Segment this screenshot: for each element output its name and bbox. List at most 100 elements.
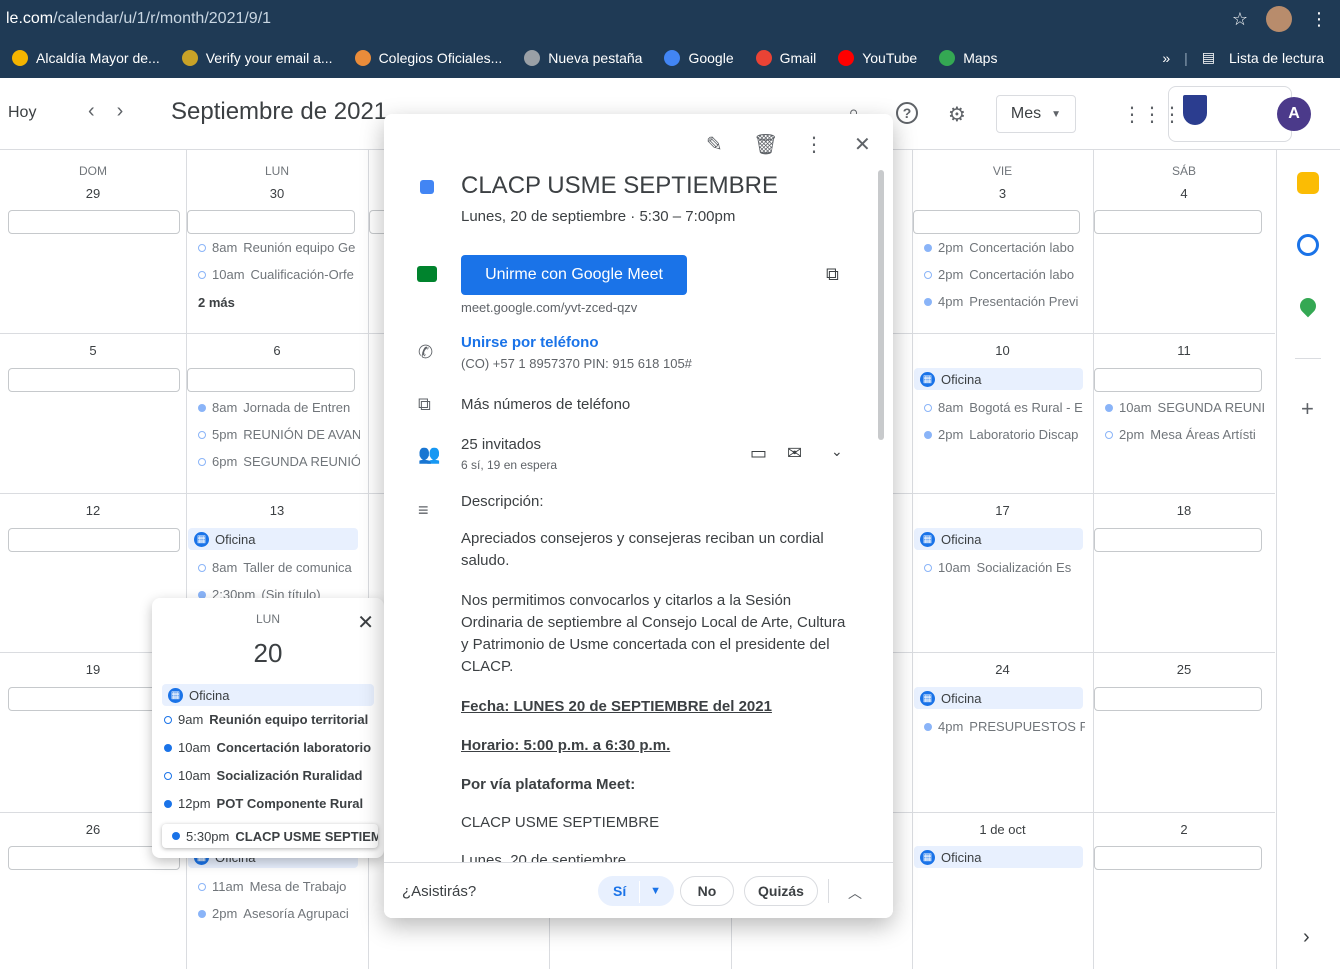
event-item[interactable]: 8am Bogotá es Rural - E: [924, 400, 1085, 415]
gear-icon[interactable]: ⚙: [948, 102, 966, 127]
prev-month-icon[interactable]: ‹: [88, 100, 95, 123]
office-chip[interactable]: ▦Oficina: [914, 687, 1083, 709]
close-icon[interactable]: ✕: [357, 610, 374, 635]
avatar[interactable]: A: [1277, 97, 1311, 131]
bookmark-item[interactable]: Maps: [927, 50, 1007, 66]
email-icon[interactable]: ✉: [787, 443, 802, 464]
browser-address-bar[interactable]: le.com/calendar/u/1/r/month/2021/9/1 ☆ ⋮: [0, 0, 1340, 38]
day-number[interactable]: 24: [912, 662, 1093, 677]
popover-scrollbar[interactable]: [878, 170, 884, 440]
day-number[interactable]: 1 de oct: [912, 822, 1093, 837]
office-chip[interactable]: ▦Oficina: [188, 528, 358, 550]
view-selector[interactable]: Mes ▼: [996, 95, 1076, 133]
today-button[interactable]: Hoy: [8, 104, 36, 122]
reading-list-icon[interactable]: ▤: [1202, 49, 1215, 66]
maps-icon[interactable]: [1296, 294, 1320, 318]
day-event-item[interactable]: 5:30pm CLACP USME SEPTIEM: [162, 824, 378, 848]
rsvp-maybe-button[interactable]: Quizás: [744, 876, 818, 906]
office-chip[interactable]: ▦Oficina: [914, 368, 1083, 390]
quick-add-slot[interactable]: [187, 368, 355, 392]
quick-add-slot[interactable]: [8, 210, 180, 234]
day-number[interactable]: 10: [912, 343, 1093, 358]
event-item[interactable]: 4pm PRESUPUESTOS P: [924, 719, 1085, 734]
event-item[interactable]: 2pm Mesa Áreas Artísti: [1105, 427, 1267, 442]
edit-icon[interactable]: ✎: [706, 132, 723, 157]
day-number[interactable]: 17: [912, 503, 1093, 518]
copy-icon[interactable]: ⧉: [826, 264, 839, 285]
keep-icon[interactable]: [1297, 172, 1319, 194]
quick-add-slot[interactable]: [187, 210, 355, 234]
chevron-up-icon[interactable]: ︿: [848, 883, 862, 903]
more-phone-numbers-link[interactable]: Más números de teléfono: [461, 396, 630, 413]
day-event-item[interactable]: 12pm POT Componente Rural: [164, 796, 376, 811]
bookmark-star-icon[interactable]: ☆: [1232, 9, 1248, 30]
more-options-icon[interactable]: ⋮: [804, 132, 824, 157]
day-event-item[interactable]: 10am Socialización Ruralidad: [164, 768, 376, 783]
meet-url[interactable]: meet.google.com/yvt-zced-qzv: [461, 300, 637, 315]
quick-add-slot[interactable]: [1094, 687, 1262, 711]
reading-list-link[interactable]: Lista de lectura: [1229, 50, 1324, 66]
office-chip[interactable]: ▦Oficina: [914, 528, 1083, 550]
day-number[interactable]: 25: [1093, 662, 1275, 677]
bookmark-item[interactable]: YouTube: [826, 50, 927, 66]
bookmark-item[interactable]: Colegios Oficiales...: [343, 50, 513, 66]
bookmark-item[interactable]: Verify your email a...: [170, 50, 343, 66]
event-item[interactable]: 10am Cualificación-Orfe: [198, 267, 360, 282]
bookmark-item[interactable]: Alcaldía Mayor de...: [0, 50, 170, 66]
delete-icon[interactable]: 🗑: [753, 132, 778, 157]
join-meet-button[interactable]: Unirme con Google Meet: [461, 255, 687, 295]
chevron-down-icon[interactable]: ⌄: [831, 443, 843, 460]
join-by-phone-link[interactable]: Unirse por teléfono: [461, 334, 599, 351]
event-item[interactable]: 4pm Presentación Previ: [924, 294, 1085, 309]
day-number[interactable]: 3: [912, 186, 1093, 201]
more-events-link[interactable]: 2 más: [198, 295, 235, 310]
office-chip[interactable]: ▦Oficina: [914, 846, 1083, 868]
office-chip[interactable]: ▦Oficina: [162, 684, 374, 706]
close-icon[interactable]: ✕: [854, 132, 871, 157]
day-number[interactable]: 12: [0, 503, 186, 518]
help-icon[interactable]: ?: [896, 102, 918, 124]
add-addon-icon[interactable]: +: [1301, 396, 1314, 422]
quick-add-slot[interactable]: [913, 210, 1080, 234]
event-item[interactable]: 5pm REUNIÓN DE AVAN: [198, 427, 360, 442]
quick-add-slot[interactable]: [8, 528, 180, 552]
day-number[interactable]: 5: [0, 343, 186, 358]
browser-profile-avatar[interactable]: [1266, 6, 1292, 32]
day-number[interactable]: 13: [186, 503, 368, 518]
event-item[interactable]: 11am Mesa de Trabajo: [198, 879, 360, 894]
event-item[interactable]: 8am Taller de comunica: [198, 560, 360, 575]
tasks-icon[interactable]: [1297, 234, 1319, 256]
url-text[interactable]: le.com/calendar/u/1/r/month/2021/9/1: [0, 10, 271, 28]
day-number[interactable]: 29: [0, 186, 186, 201]
event-item[interactable]: 2pm Laboratorio Discap: [924, 427, 1085, 442]
event-item[interactable]: 2pm Asesoría Agrupaci: [198, 906, 360, 921]
day-number[interactable]: 30: [186, 186, 368, 201]
more-bookmarks-icon[interactable]: »: [1162, 50, 1170, 66]
bookmark-item[interactable]: Gmail: [744, 50, 827, 66]
quick-add-slot[interactable]: [8, 368, 180, 392]
next-month-icon[interactable]: ›: [117, 100, 124, 123]
rsvp-no-button[interactable]: No: [680, 876, 734, 906]
day-event-item[interactable]: 10am Concertación laboratorio: [164, 740, 376, 755]
day-number[interactable]: 11: [1093, 343, 1275, 358]
bookmark-item[interactable]: Nueva pestaña: [512, 50, 652, 66]
quick-add-slot[interactable]: [1094, 368, 1262, 392]
browser-menu-icon[interactable]: ⋮: [1310, 9, 1328, 30]
account-area[interactable]: A: [1168, 86, 1311, 142]
event-item[interactable]: 8am Jornada de Entren: [198, 400, 360, 415]
popover-day-number[interactable]: 20: [152, 638, 384, 669]
event-item[interactable]: 10am Socialización Es: [924, 560, 1085, 575]
quick-add-slot[interactable]: [1094, 846, 1262, 870]
day-number[interactable]: 18: [1093, 503, 1275, 518]
event-item[interactable]: 2pm Concertación labo: [924, 240, 1085, 255]
event-item[interactable]: 10am SEGUNDA REUNI: [1105, 400, 1267, 415]
day-event-item[interactable]: 9am Reunión equipo territorial: [164, 712, 376, 727]
expand-panel-icon[interactable]: ›: [1303, 926, 1310, 949]
quick-add-slot[interactable]: [1094, 210, 1262, 234]
rsvp-yes-button[interactable]: Sí ▼: [598, 876, 674, 906]
chat-icon[interactable]: ▭: [750, 443, 767, 464]
event-item[interactable]: 2pm Concertación labo: [924, 267, 1085, 282]
chevron-down-icon[interactable]: ▼: [650, 885, 661, 897]
day-number[interactable]: 6: [186, 343, 368, 358]
bookmark-item[interactable]: Google: [652, 50, 743, 66]
